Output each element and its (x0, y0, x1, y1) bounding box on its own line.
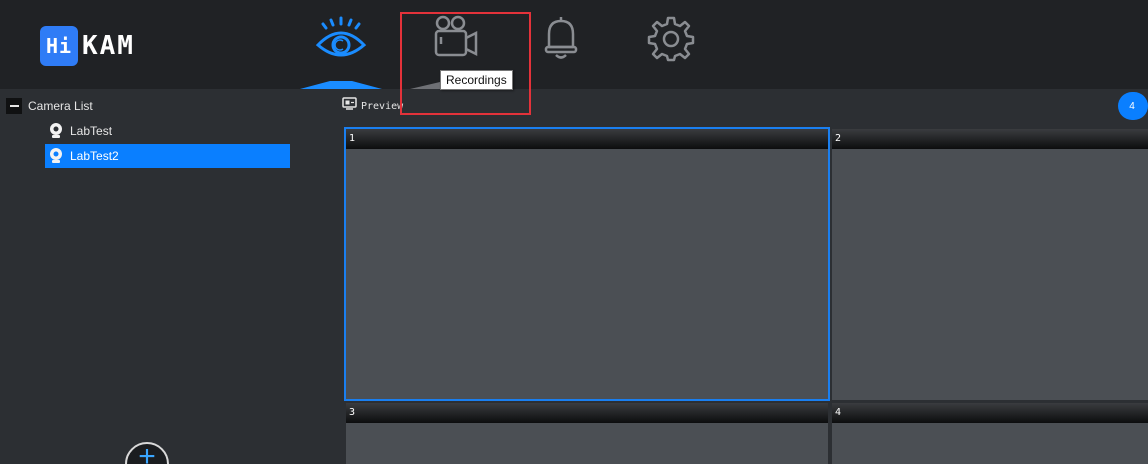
nav-alarms-button[interactable] (526, 10, 596, 70)
preview-label: Preview (361, 100, 404, 112)
recordings-tooltip: Recordings (440, 70, 513, 90)
logo-text: KAM (82, 31, 135, 61)
preview-cell-1[interactable]: 1 (344, 127, 830, 401)
cell-number: 3 (349, 407, 356, 418)
eye-icon (315, 15, 367, 66)
logo-badge: Hi (40, 26, 78, 66)
hikam-logo: Hi KAM (40, 26, 135, 66)
cell-number: 4 (835, 407, 842, 418)
camera-item-label: LabTest (70, 124, 113, 138)
cell-title-bar (346, 129, 828, 149)
app-window: Hi KAM Camera List LabTest LabTest2 + Pr… (0, 0, 1148, 464)
gear-icon (647, 14, 695, 67)
camera-item-labtest2[interactable]: LabTest2 (45, 144, 290, 168)
collapse-minus-icon[interactable] (6, 98, 22, 114)
cell-number: 1 (349, 133, 356, 144)
nav-live-view-button[interactable] (306, 10, 376, 70)
camera-list-title: Camera List (28, 99, 93, 113)
webcam-icon (49, 123, 63, 139)
active-tab-indicator (300, 81, 382, 89)
preview-cell-3[interactable]: 3 (346, 403, 828, 464)
tooltip-pointer (410, 82, 440, 89)
cell-title-bar (832, 403, 1148, 423)
webcam-icon (49, 148, 63, 164)
preview-cell-2[interactable]: 2 (832, 129, 1148, 400)
camera-sidebar: Camera List LabTest LabTest2 + (0, 89, 330, 464)
camera-list-header[interactable]: Camera List (6, 97, 93, 115)
top-nav-bar: Hi KAM (0, 0, 1148, 89)
preview-cell-4[interactable]: 4 (832, 403, 1148, 464)
cell-title-bar (832, 129, 1148, 149)
preview-header: Preview (342, 96, 403, 116)
bell-icon (537, 14, 585, 67)
preview-monitor-icon (342, 97, 357, 115)
plus-icon: + (138, 440, 156, 464)
cell-title-bar (346, 403, 828, 423)
nav-settings-button[interactable] (636, 10, 706, 70)
camera-item-label: LabTest2 (70, 149, 119, 163)
cell-number: 2 (835, 133, 842, 144)
video-camera-icon (422, 14, 482, 67)
layout-count-button[interactable]: 4 (1118, 92, 1148, 120)
add-camera-button[interactable]: + (125, 442, 169, 464)
camera-item-labtest[interactable]: LabTest (45, 119, 290, 143)
nav-recordings-button[interactable] (417, 10, 487, 70)
